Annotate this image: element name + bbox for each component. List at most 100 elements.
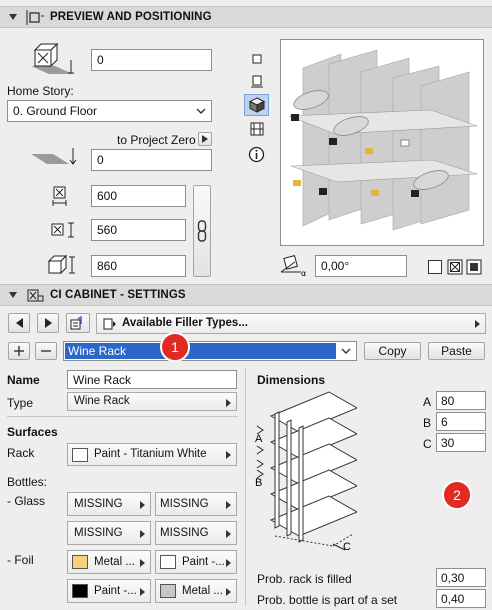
dimensions-label: Dimensions: [257, 373, 326, 387]
arrow-right-icon: [226, 559, 231, 567]
column-divider: [245, 368, 246, 606]
width-dimension-icon: [52, 186, 67, 206]
filler-type-icon: [103, 318, 116, 330]
height-field[interactable]: 860: [91, 255, 186, 277]
rack-surface-dropdown[interactable]: Paint - Titanium White: [67, 443, 237, 466]
preview-panel-header[interactable]: PREVIEW AND POSITIONING: [0, 6, 492, 28]
arrow-right-icon: [226, 588, 231, 596]
rack-surface-swatch: [72, 448, 88, 462]
copy-button[interactable]: Copy: [364, 342, 421, 360]
plus-icon: [14, 346, 24, 356]
arrow-right-icon: [226, 451, 231, 459]
info-icon[interactable]: [248, 146, 265, 163]
foil-surface-dropdown-2[interactable]: Paint -...: [155, 550, 237, 574]
bottles-label: Bottles:: [7, 475, 48, 489]
add-button[interactable]: [8, 342, 30, 360]
wine-rack-render-graphic: [288, 49, 478, 231]
depth-field[interactable]: 560: [91, 219, 186, 241]
type-dropdown[interactable]: Wine Rack: [67, 392, 237, 411]
rack-preset-select[interactable]: Wine Rack: [63, 341, 357, 361]
plan-view-icon[interactable]: [250, 52, 264, 66]
foil-surface-value: Metal ...: [94, 556, 135, 568]
paste-button[interactable]: Paste: [428, 342, 485, 360]
foil-label: - Foil: [7, 553, 34, 567]
foil-swatch: [72, 555, 88, 569]
rotation-angle-field[interactable]: 0,00°: [315, 255, 407, 277]
callout-badge-1: 1: [160, 332, 190, 362]
dim-b-label: B: [423, 416, 432, 430]
arrow-right-icon: [226, 399, 231, 407]
prob-rack-filled-label: Prob. rack is filled: [257, 572, 352, 586]
type-value: Wine Rack: [74, 395, 130, 407]
foil-surface-dropdown-3[interactable]: Paint -...: [67, 579, 151, 603]
3d-cube-icon: [249, 97, 265, 113]
settings-panel-header[interactable]: CI CABINET - SETTINGS: [0, 284, 492, 306]
arrow-right-icon: [226, 530, 231, 538]
list-export-button[interactable]: [66, 313, 90, 333]
glass-surface-value: MISSING: [160, 498, 209, 510]
arrow-left-icon: [15, 318, 23, 328]
collapse-triangle-icon: [9, 292, 17, 298]
dim-c-field[interactable]: 30: [436, 433, 486, 452]
glass-surface-dropdown-4[interactable]: MISSING: [155, 521, 237, 545]
elevation-box-icon: [31, 42, 74, 74]
height-dimension-icon: [47, 254, 75, 275]
glass-surface-value: MISSING: [74, 498, 123, 510]
chevron-down-icon: [341, 348, 351, 354]
minus-icon: [41, 350, 51, 352]
arrow-right-icon: [140, 559, 145, 567]
project-zero-icon: [31, 148, 77, 165]
prob-bottle-set-label: Prob. bottle is part of a set: [257, 593, 398, 607]
dim-b-field[interactable]: 6: [436, 412, 486, 431]
foil-surface-value: Paint -...: [182, 556, 225, 568]
name-label: Name: [7, 373, 40, 387]
list-arrow-icon: [70, 315, 82, 330]
collapse-triangle-icon: [9, 14, 17, 20]
3d-view-button[interactable]: [244, 94, 269, 116]
chevron-down-icon: [196, 108, 206, 114]
mirror-filled-icon[interactable]: [466, 259, 482, 275]
glass-surface-value: MISSING: [74, 527, 123, 539]
arrow-right-icon: [140, 501, 145, 509]
preview-panel-title: PREVIEW AND POSITIONING: [50, 11, 212, 23]
link-dimensions-button[interactable]: [193, 185, 211, 277]
foil-swatch: [160, 584, 176, 598]
depth-dimension-icon: [51, 222, 74, 238]
arrow-right-icon: [226, 501, 231, 509]
section-view-icon[interactable]: [248, 121, 266, 137]
settings-panel-title: CI CABINET - SETTINGS: [50, 289, 186, 301]
home-story-value: 0. Ground Floor: [13, 104, 98, 118]
glass-surface-dropdown-3[interactable]: MISSING: [67, 521, 151, 545]
play-icon: [202, 135, 208, 143]
width-field[interactable]: 600: [91, 185, 186, 207]
foil-swatch: [72, 584, 88, 598]
project-zero-field[interactable]: 0: [91, 149, 212, 171]
foil-surface-dropdown-1[interactable]: Metal ...: [67, 550, 151, 574]
mirror-off-button[interactable]: [428, 260, 442, 274]
remove-button[interactable]: [35, 342, 57, 360]
type-label: Type: [7, 396, 34, 410]
dim-a-field[interactable]: 80: [436, 391, 486, 410]
project-zero-toggle-button[interactable]: [198, 132, 212, 146]
arrow-right-icon: [140, 588, 145, 596]
name-field[interactable]: Wine Rack: [67, 370, 237, 389]
foil-surface-dropdown-4[interactable]: Metal ...: [155, 579, 237, 603]
glass-label: - Glass: [7, 494, 46, 508]
previous-button[interactable]: [8, 313, 30, 333]
foil-surface-value: Paint -...: [94, 585, 137, 597]
prob-bottle-set-field[interactable]: 0,40: [436, 589, 486, 608]
dim-a-label: A: [423, 395, 432, 409]
chain-link-icon: [197, 220, 207, 242]
elevation-view-icon[interactable]: [249, 74, 265, 90]
available-filler-types-dropdown[interactable]: Available Filler Types...: [96, 313, 486, 334]
prob-rack-filled-field[interactable]: 0,30: [436, 568, 486, 587]
next-button[interactable]: [37, 313, 59, 333]
positioning-icon: [26, 10, 44, 25]
home-story-select[interactable]: 0. Ground Floor: [7, 100, 212, 122]
glass-surface-dropdown-1[interactable]: MISSING: [67, 492, 151, 516]
glass-surface-dropdown-2[interactable]: MISSING: [155, 492, 237, 516]
elevation-field[interactable]: 0: [91, 49, 212, 71]
wine-rack-dimension-diagram: A B C: [255, 391, 357, 552]
foil-swatch: [160, 555, 176, 569]
mirror-x-icon[interactable]: [447, 259, 463, 275]
